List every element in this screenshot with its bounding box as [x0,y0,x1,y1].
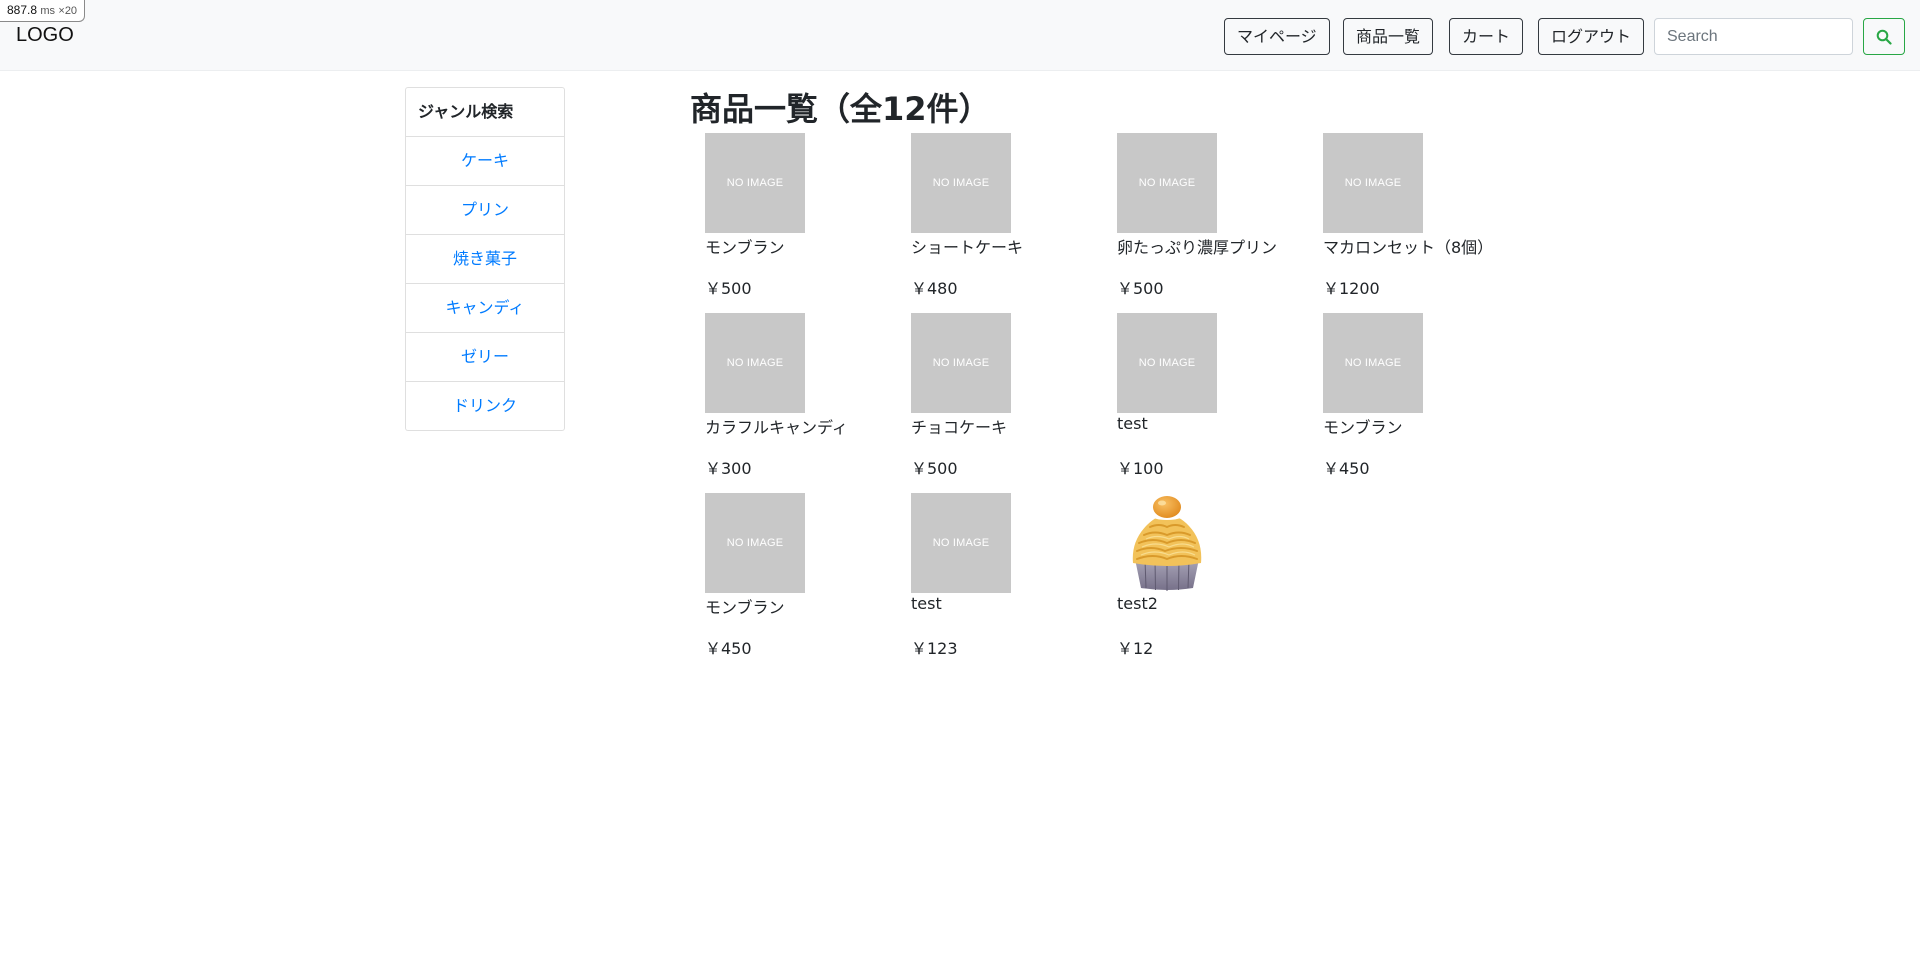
no-image-text: NO IMAGE [1138,357,1196,369]
product-image[interactable]: NO IMAGE [705,133,805,233]
product-name[interactable]: 卵たっぷり濃厚プリン [1117,234,1277,258]
perf-badge: 887.8 ms ×20 [0,0,86,22]
genre-item-jelly[interactable]: ゼリー [405,333,565,382]
product-name[interactable]: モンブラン [705,234,785,258]
product-image[interactable]: NO IMAGE [1323,133,1423,233]
product-card: NO IMAGE カラフルキャンディ ￥300 [705,313,911,493]
genre-item-drink[interactable]: ドリンク [405,382,565,431]
product-price: ￥500 [1117,279,1164,298]
product-card: test2 ￥12 [1117,493,1323,673]
product-image[interactable]: NO IMAGE [705,313,805,413]
mypage-button[interactable]: マイページ [1224,18,1330,55]
product-price: ￥450 [1323,459,1370,478]
product-card: NO IMAGE ショートケーキ ￥480 [911,133,1117,313]
search-button[interactable] [1863,18,1905,55]
no-image-text: NO IMAGE [1138,177,1196,189]
product-card: NO IMAGE test ￥123 [911,493,1117,673]
product-card: NO IMAGE 卵たっぷり濃厚プリン ￥500 [1117,133,1323,313]
product-price: ￥1200 [1323,279,1380,298]
no-image-text: NO IMAGE [726,357,784,369]
product-name[interactable]: マカロンセット（8個） [1323,234,1493,258]
no-image-text: NO IMAGE [1344,357,1402,369]
navbar: LOGO マイページ 商品一覧 カート ログアウト [0,0,1920,71]
product-image[interactable]: NO IMAGE [911,313,1011,413]
genre-search-header: ジャンル検索 [405,87,565,137]
product-image[interactable]: NO IMAGE [1117,313,1217,413]
genre-item-cake[interactable]: ケーキ [405,137,565,186]
no-image-text: NO IMAGE [932,357,990,369]
cart-button[interactable]: カート [1449,18,1524,55]
no-image-text: NO IMAGE [932,177,990,189]
product-price: ￥300 [705,459,752,478]
product-card: NO IMAGE モンブラン ￥450 [1323,313,1529,493]
no-image-text: NO IMAGE [1344,177,1402,189]
perf-unit: ms [40,5,56,17]
product-image[interactable]: NO IMAGE [1323,313,1423,413]
product-name[interactable]: チョコケーキ [911,414,1007,438]
product-price: ￥480 [911,279,958,298]
genre-search-list: ジャンル検索 ケーキ プリン 焼き菓子 キャンディ ゼリー ドリンク [405,87,565,431]
genre-item-candy[interactable]: キャンディ [405,284,565,333]
search-input[interactable] [1654,18,1853,55]
product-price: ￥500 [911,459,958,478]
no-image-text: NO IMAGE [726,537,784,549]
product-name[interactable]: モンブラン [705,594,785,618]
product-price: ￥500 [705,279,752,298]
no-image-text: NO IMAGE [726,177,784,189]
product-price: ￥12 [1117,639,1154,658]
brand-logo[interactable]: LOGO [16,24,74,47]
page-title: 商品一覧（全12件） [690,90,991,128]
perf-value: 887.8 [7,3,38,17]
product-card: NO IMAGE モンブラン ￥450 [705,493,911,673]
product-grid: NO IMAGE モンブラン ￥500 NO IMAGE ショートケーキ ￥48… [705,133,1529,673]
montblanc-cake-photo [1132,496,1202,591]
product-name[interactable]: モンブラン [1323,414,1403,438]
product-card: NO IMAGE チョコケーキ ￥500 [911,313,1117,493]
product-image[interactable]: NO IMAGE [911,493,1011,593]
genre-item-baked-goods[interactable]: 焼き菓子 [405,235,565,284]
genre-item-pudding[interactable]: プリン [405,186,565,235]
product-name[interactable]: カラフルキャンディ [705,414,848,438]
search-icon [1876,29,1892,45]
product-name[interactable]: test [911,594,942,613]
product-price: ￥100 [1117,459,1164,478]
perf-multiplier: ×20 [58,5,78,17]
product-card: NO IMAGE モンブラン ￥500 [705,133,911,313]
product-image[interactable]: NO IMAGE [1117,133,1217,233]
product-name[interactable]: ショートケーキ [911,234,1023,258]
product-card: NO IMAGE マカロンセット（8個） ￥1200 [1323,133,1529,313]
product-image[interactable] [1117,493,1217,593]
product-image[interactable]: NO IMAGE [911,133,1011,233]
product-card: NO IMAGE test ￥100 [1117,313,1323,493]
product-image[interactable]: NO IMAGE [705,493,805,593]
logout-button[interactable]: ログアウト [1538,18,1645,55]
product-price: ￥450 [705,639,752,658]
product-name[interactable]: test2 [1117,594,1158,613]
product-name[interactable]: test [1117,414,1148,433]
no-image-text: NO IMAGE [932,537,990,549]
product-list-button[interactable]: 商品一覧 [1343,18,1434,55]
product-price: ￥123 [911,639,958,658]
